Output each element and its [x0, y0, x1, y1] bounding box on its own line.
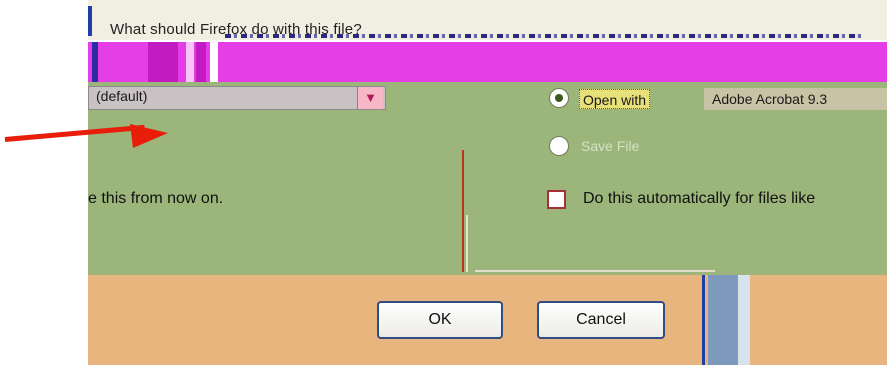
- vertical-divider: [466, 215, 468, 272]
- red-arrow-icon: [130, 124, 168, 148]
- glitch-block: [186, 42, 194, 82]
- window-edge: [738, 275, 750, 365]
- left-blank-area: [0, 0, 88, 365]
- radio-selected-dot: [555, 94, 563, 102]
- save-file-label[interactable]: Save File: [581, 138, 639, 154]
- glitch-block: [92, 42, 98, 82]
- application-dropdown-value: (default): [96, 88, 148, 104]
- rendering-glitch-bar: [88, 42, 887, 82]
- chevron-down-icon[interactable]: ▼: [357, 87, 383, 109]
- window-edge: [702, 275, 705, 365]
- open-with-app-field[interactable]: Adobe Acrobat 9.3: [704, 88, 887, 110]
- horizontal-divider: [475, 270, 715, 272]
- glitch-block: [148, 42, 178, 82]
- window-edge: [708, 275, 738, 365]
- garbled-text-strip: [225, 34, 865, 38]
- glitch-block: [196, 42, 206, 82]
- open-with-radio[interactable]: [549, 88, 569, 108]
- open-with-label[interactable]: Open with: [579, 89, 651, 109]
- vertical-divider: [462, 150, 464, 272]
- ok-button[interactable]: OK: [377, 301, 503, 339]
- glitch-block: [210, 42, 218, 82]
- dialog-body: [88, 82, 887, 275]
- remember-choice-text: e this from now on.: [88, 190, 224, 207]
- auto-action-label[interactable]: Do this automatically for files like: [583, 190, 815, 208]
- save-file-radio[interactable]: [549, 136, 569, 156]
- auto-action-checkbox[interactable]: [547, 190, 566, 209]
- cancel-button[interactable]: Cancel: [537, 301, 665, 339]
- window-edge: [88, 6, 92, 36]
